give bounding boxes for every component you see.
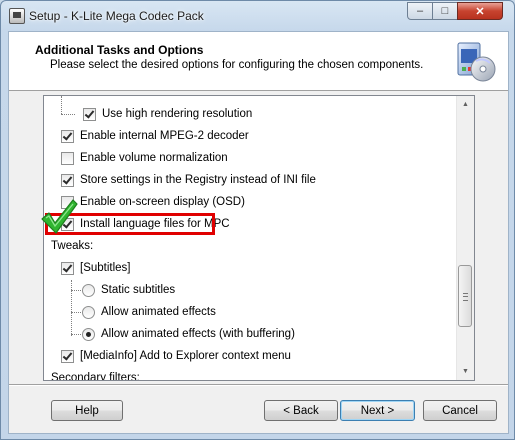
section-heading-tweaks: Tweaks: bbox=[51, 237, 93, 255]
option-high-rendering-resolution[interactable]: Use high rendering resolution bbox=[83, 105, 252, 123]
grip-icon bbox=[463, 293, 468, 301]
options-tree-panel: Use high rendering resolution Enable int… bbox=[43, 95, 475, 381]
setup-app-icon bbox=[9, 8, 25, 24]
wizard-header: Additional Tasks and Options Please sele… bbox=[9, 32, 508, 91]
option-internal-mpeg2-decoder[interactable]: Enable internal MPEG-2 decoder bbox=[61, 127, 249, 145]
help-button[interactable]: Help bbox=[51, 400, 123, 421]
vertical-scrollbar[interactable]: ▲ ▼ bbox=[456, 96, 474, 380]
section-heading: Secondary filters: bbox=[51, 372, 140, 381]
window-title: Setup - K-Lite Mega Codec Pack bbox=[29, 9, 204, 23]
tree-connector bbox=[71, 280, 72, 336]
option-label: Enable internal MPEG-2 decoder bbox=[80, 130, 249, 142]
page-subtitle: Please select the desired options for co… bbox=[50, 59, 424, 71]
checkbox[interactable] bbox=[83, 107, 96, 121]
scroll-up-arrow-icon[interactable]: ▲ bbox=[457, 96, 474, 113]
option-label: [Subtitles] bbox=[80, 262, 131, 274]
tree-connector bbox=[71, 334, 81, 335]
option-subtitles[interactable]: [Subtitles] bbox=[61, 259, 131, 277]
minimize-button[interactable]: – bbox=[407, 2, 433, 20]
next-button[interactable]: Next > bbox=[340, 400, 415, 421]
option-label: Use high rendering resolution bbox=[102, 108, 253, 120]
option-mediainfo-context-menu[interactable]: [MediaInfo] Add to Explorer context menu bbox=[61, 347, 291, 365]
option-label: Allow animated effects (with buffering) bbox=[101, 328, 295, 340]
option-animated-effects[interactable]: Allow animated effects bbox=[82, 303, 216, 321]
tree-connector bbox=[61, 96, 62, 114]
option-volume-normalization[interactable]: Enable volume normalization bbox=[61, 149, 228, 167]
cancel-button[interactable]: Cancel bbox=[423, 400, 497, 421]
section-heading: Tweaks: bbox=[51, 240, 94, 252]
maximize-button[interactable]: □ bbox=[432, 2, 458, 20]
scroll-down-arrow-icon[interactable]: ▼ bbox=[457, 363, 474, 380]
option-store-settings-registry[interactable]: Store settings in the Registry instead o… bbox=[61, 171, 316, 189]
tree-connector bbox=[61, 114, 75, 115]
option-label: Enable on-screen display (OSD) bbox=[80, 196, 245, 208]
back-button[interactable]: < Back bbox=[264, 400, 338, 421]
checkbox[interactable] bbox=[61, 349, 74, 363]
page-title: Additional Tasks and Options bbox=[35, 43, 204, 57]
radio-button[interactable] bbox=[82, 305, 95, 319]
option-label: Enable volume normalization bbox=[80, 152, 228, 164]
setup-window: Setup - K-Lite Mega Codec Pack – □ ✕ Add… bbox=[0, 0, 515, 440]
option-animated-effects-buffering[interactable]: Allow animated effects (with buffering) bbox=[82, 325, 295, 343]
option-on-screen-display[interactable]: Enable on-screen display (OSD) bbox=[61, 193, 245, 211]
radio-button[interactable] bbox=[82, 327, 95, 341]
checkbox[interactable] bbox=[61, 151, 74, 165]
radio-button[interactable] bbox=[82, 283, 95, 297]
option-label: Static subtitles bbox=[101, 284, 176, 296]
title-bar[interactable]: Setup - K-Lite Mega Codec Pack – □ ✕ bbox=[1, 1, 514, 31]
checkbox[interactable] bbox=[61, 129, 74, 143]
section-heading-secondary-filters: Secondary filters: bbox=[51, 369, 140, 381]
codec-pack-box-icon bbox=[457, 42, 496, 82]
button-bar-divider bbox=[9, 384, 508, 386]
option-label: Allow animated effects bbox=[101, 306, 216, 318]
green-checkmark-icon bbox=[41, 199, 78, 234]
tree-connector bbox=[71, 312, 81, 313]
tree-connector bbox=[71, 290, 81, 291]
option-label: [MediaInfo] Add to Explorer context menu bbox=[80, 350, 291, 362]
checkbox[interactable] bbox=[61, 173, 74, 187]
checkbox[interactable] bbox=[61, 261, 74, 275]
scrollbar-thumb[interactable] bbox=[458, 265, 472, 327]
option-static-subtitles[interactable]: Static subtitles bbox=[82, 281, 175, 299]
option-label: Store settings in the Registry instead o… bbox=[80, 174, 316, 186]
close-button[interactable]: ✕ bbox=[457, 2, 503, 20]
